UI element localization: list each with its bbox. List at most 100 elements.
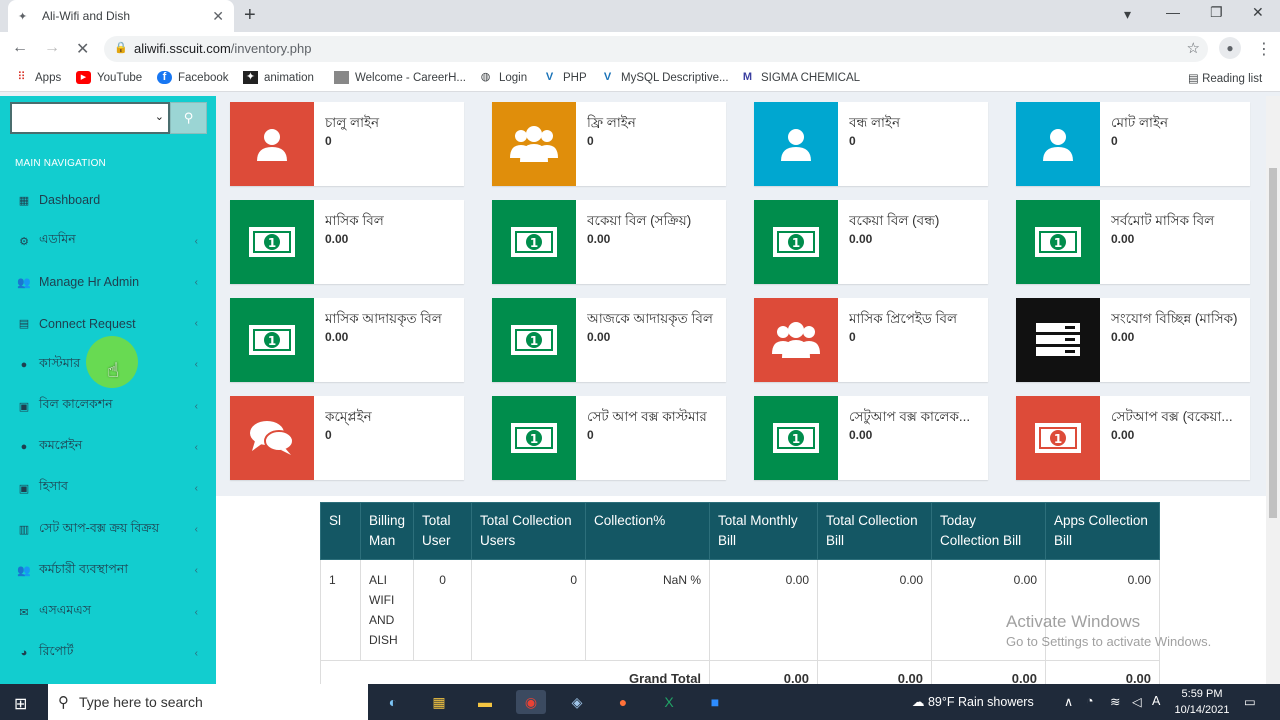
sidebar-item-1[interactable]: ⚙ এডমিন ‹ [0,221,216,261]
window-close-icon[interactable]: ✕ [1252,4,1264,21]
cloud-rain-icon: ☁ [912,695,928,709]
tab-search-icon[interactable]: ▾ [1124,6,1131,23]
bookmark-facebook[interactable]: f Facebook [157,71,229,84]
info-card[interactable]: চালু লাইন 0 [230,102,464,186]
bookmark-youtube[interactable]: ▶ YouTube [76,71,142,84]
bookmark-php[interactable]: V PHP [542,71,587,84]
info-card[interactable]: 1 সেট আপ বক্স কাস্টমার 0 [492,396,726,480]
hand-cursor-icon: ☝ [107,360,120,382]
profile-avatar-icon[interactable]: ● [1219,37,1241,59]
info-card[interactable]: বন্ধ লাইন 0 [754,102,988,186]
info-card[interactable]: 1 সেটআপ বক্স (বকেয়া... 0.00 [1016,396,1250,480]
sidebar-item-dashboard[interactable]: ▦ Dashboard [0,180,216,220]
card-label: ফ্রি লাইন [587,115,636,130]
sidebar-item-label: বিল কালেকশন [39,397,113,411]
notification-icon[interactable]: ▭ [1244,694,1256,709]
bookmark-sigma[interactable]: M SIGMA CHEMICAL [740,71,860,84]
sidebar-item-8[interactable]: ▥ সেট আপ-বক্স ক্রয় বিক্রয় ‹ [0,510,216,550]
info-card[interactable]: 1 বকেয়া বিল (সক্রিয়) 0.00 [492,200,726,284]
info-card[interactable]: 1 বকেয়া বিল (বন্ধ) 0.00 [754,200,988,284]
close-icon[interactable]: ✕ [212,8,224,25]
browser-tab-bar: ✦ Ali-Wifi and Dish ✕ + ▾ — ❐ ✕ [0,0,1280,32]
bookmark-star-icon[interactable]: ☆ [1187,39,1200,57]
card-value: 0 [325,134,332,148]
firefox-icon[interactable]: ● [608,690,638,714]
browser-tab[interactable]: ✦ Ali-Wifi and Dish ✕ [8,0,234,32]
back-arrow-icon[interactable]: ← [12,39,28,57]
chevron-left-icon: ‹ [194,606,198,618]
network-icon[interactable]: ◔ [1086,694,1094,708]
bookmark-animation[interactable]: ✦ animation [243,71,314,84]
sidebar-item-2[interactable]: 👥 Manage Hr Admin ‹ [0,262,216,302]
bookmark-mysql[interactable]: V MySQL Descriptive... [600,71,729,84]
info-card[interactable]: মাসিক প্রিপেইড বিল 0 [754,298,988,382]
info-card[interactable]: মোট লাইন 0 [1016,102,1250,186]
windows-start-icon[interactable]: ⊞ [14,694,27,714]
wifi-icon[interactable]: ≋ [1110,694,1120,709]
loading-stop-icon[interactable]: ✕ [76,39,89,59]
sidebar-item-9[interactable]: 👥 কর্মচারী ব্যবস্থাপনা ‹ [0,551,216,591]
table-cell: 0.00 [709,559,819,661]
card-value: 0 [587,134,594,148]
sidebar-item-5[interactable]: ▣ বিল কালেকশন ‹ [0,386,216,426]
info-card[interactable]: 1 মাসিক আদায়কৃত বিল 0.00 [230,298,464,382]
card-value: 0.00 [587,330,611,344]
info-card[interactable]: ফ্রি লাইন 0 [492,102,726,186]
info-card[interactable]: 1 মাসিক বিল 0.00 [230,200,464,284]
bookmark-login[interactable]: ◍ Login [478,71,527,84]
info-card[interactable]: সংযোগ বিচ্ছিন্ন (মাসিক) 0.00 [1016,298,1250,382]
file-explorer-icon[interactable]: ▬ [470,690,500,714]
zoom-icon[interactable]: ■ [700,690,730,714]
card-icon-box: 1 [1016,396,1100,480]
page-scrollbar[interactable] [1266,96,1280,684]
money-icon: 1 [248,324,296,356]
excel-icon[interactable]: X [654,690,684,714]
chevron-left-icon: ‹ [194,647,198,659]
sidebar-item-7[interactable]: ▣ হিসাব ‹ [0,468,216,508]
card-icon-box: 1 [754,396,838,480]
bookmark-apps[interactable]: ⠿ Apps [14,71,61,84]
column-header: Sl [320,502,361,560]
forward-arrow-icon[interactable]: → [44,39,60,57]
volume-icon[interactable]: ◁ [1132,694,1142,709]
grand-total-row: Grand Total 0.00 0.00 0.00 0.00 [319,660,1161,684]
card-icon-box [230,396,314,480]
sidebar-item-10[interactable]: ✉ এসএমএস ‹ [0,592,216,632]
new-tab-button[interactable]: + [244,4,256,27]
store-icon[interactable]: ▦ [424,690,454,714]
sidebar-item-11[interactable]: ◕ রিপোর্ট ‹ [0,633,216,673]
card-label: মোট লাইন [1111,115,1169,130]
info-card[interactable]: 1 সেটুআপ বক্স কালেক... 0.00 [754,396,988,480]
chrome-icon[interactable]: ◉ [516,690,546,714]
scroll-thumb[interactable] [1269,168,1277,518]
info-card[interactable]: 1 সর্বমোট মাসিক বিল 0.00 [1016,200,1250,284]
bookmark-careerh[interactable]: Welcome - CareerH... [334,71,466,84]
language-icon[interactable]: A [1152,694,1160,708]
edge-icon[interactable]: ◐ [378,690,408,714]
users-icon: 👥 [17,276,31,289]
customer-select[interactable]: ⌄ [10,102,170,134]
card-label: সংযোগ বিচ্ছিন্ন (মাসিক) [1111,311,1238,326]
maximize-icon[interactable]: ❐ [1210,4,1223,21]
clock[interactable]: 5:59 PM 10/14/2021 [1170,686,1234,718]
info-card[interactable]: কম্প্লেইন 0 [230,396,464,480]
sidebar-item-6[interactable]: ● কমপ্লেইন ‹ [0,427,216,467]
user-icon [776,124,816,164]
info-card[interactable]: 1 আজকে আদায়কৃত বিল 0.00 [492,298,726,382]
search-button[interactable]: ⚲ [170,102,207,134]
minimize-icon[interactable]: — [1166,4,1180,20]
menu-kebab-icon[interactable]: ⋮ [1256,39,1272,59]
comments-icon [249,419,295,457]
weather-widget[interactable]: ☁ 89°F Rain showers [912,694,1034,709]
app-icon[interactable]: ◈ [562,690,592,714]
tab-title: Ali-Wifi and Dish [42,9,131,23]
windows-taskbar: ⊞ ⚲ Type here to search ◐ ▦ ▬ ◉ ◈ ● X ■ … [0,684,1280,720]
reading-list[interactable]: ▤ Reading list [1188,71,1262,85]
sidebar-item-label: কর্মচারী ব্যবস্থাপনা [39,561,128,576]
card-label: আজকে আদায়কৃত বিল [587,311,713,326]
chevron-left-icon: ‹ [194,441,198,453]
tray-chevron-icon[interactable]: ∧ [1064,694,1073,709]
address-bar[interactable]: 🔒 aliwifi.sscuit.com/inventory.php ☆ [104,36,1208,62]
taskbar-search[interactable]: ⚲ Type here to search [48,684,368,720]
chevron-left-icon: ‹ [194,359,198,371]
